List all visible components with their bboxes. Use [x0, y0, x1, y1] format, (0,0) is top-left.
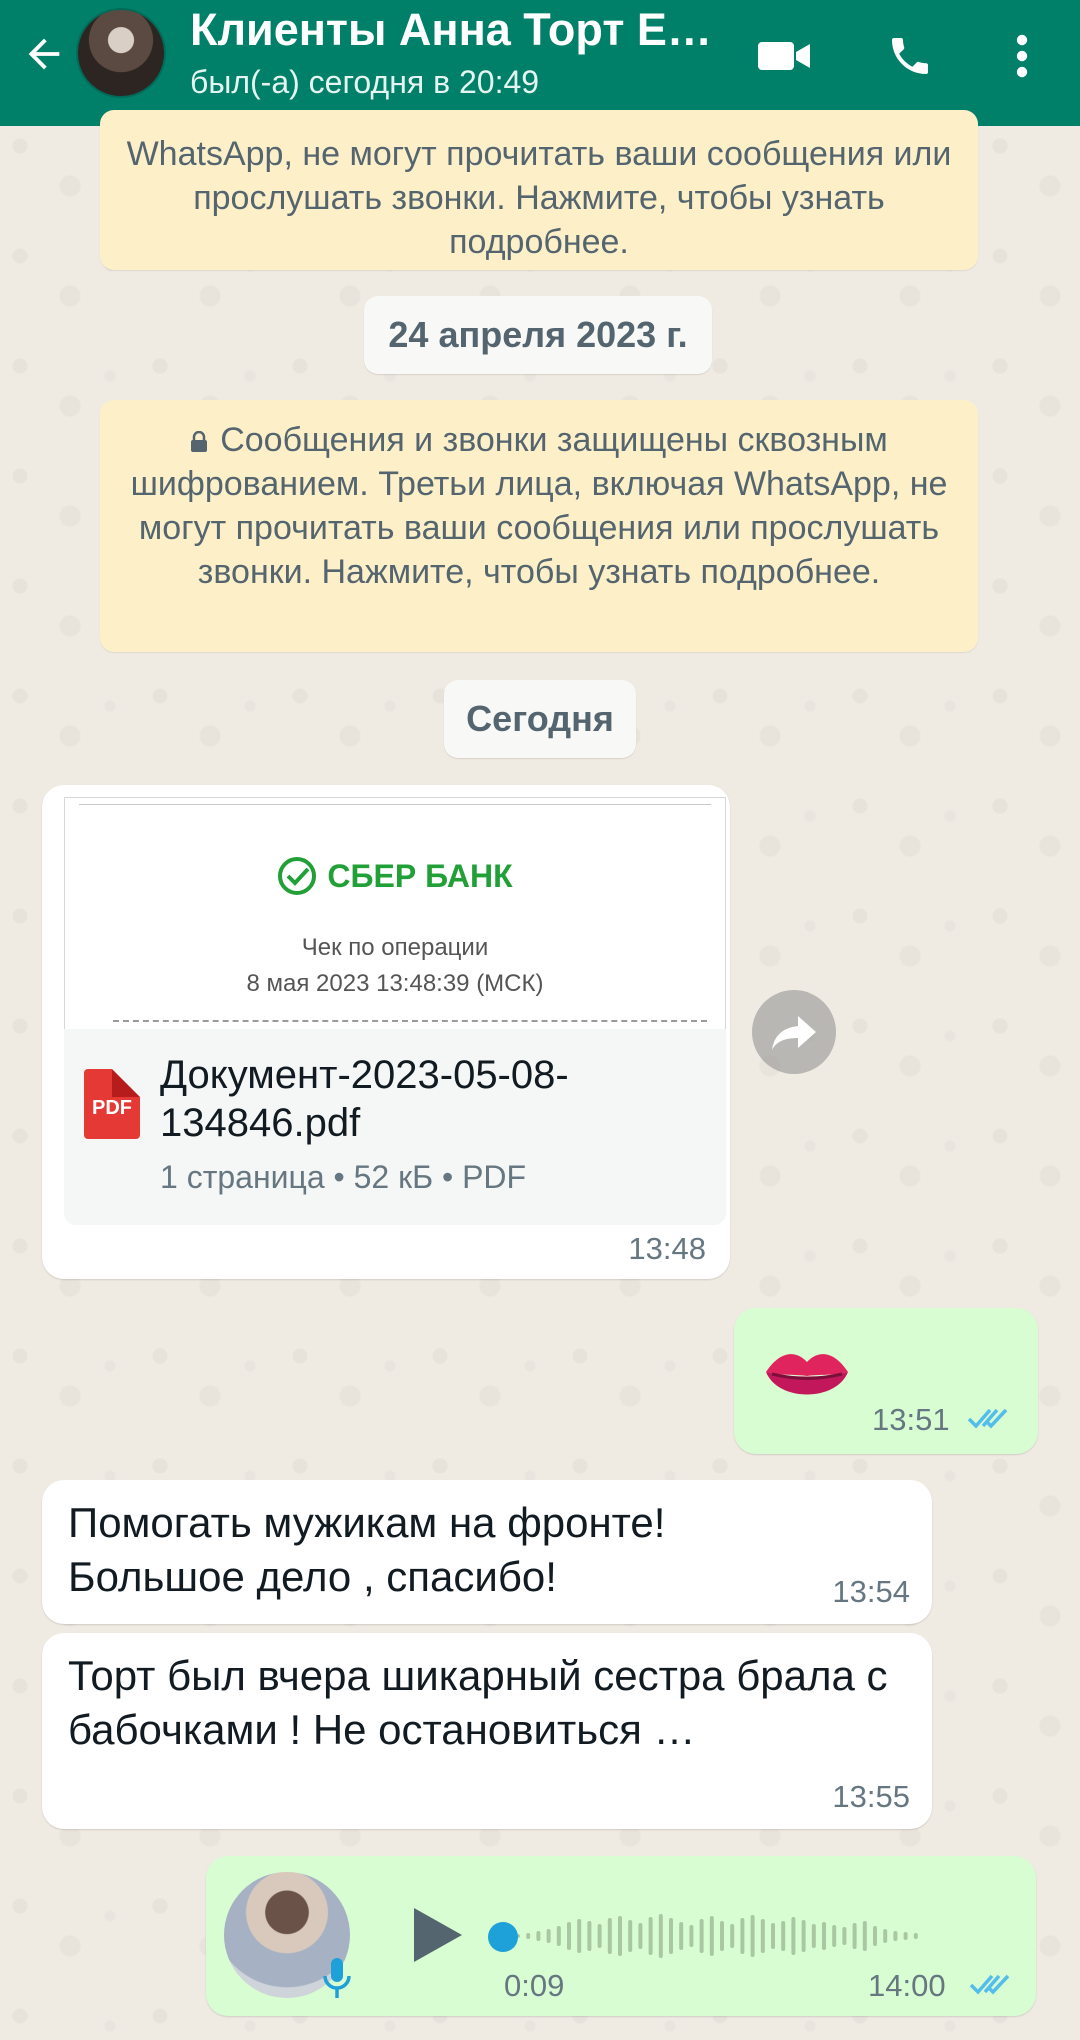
waveform-bar — [709, 1916, 714, 1956]
read-ticks-icon — [968, 1970, 1014, 2003]
message-text: Помогать мужикам на фронте! Большое дело… — [68, 1499, 666, 1600]
sticker-message[interactable]: 13:51 — [734, 1308, 1038, 1454]
document-message[interactable]: СБЕР БАНК Чек по операции 8 мая 2023 13:… — [42, 785, 730, 1279]
forward-icon[interactable] — [752, 990, 836, 1074]
date-separator: Сегодня — [444, 680, 636, 758]
waveform-bar — [648, 1917, 653, 1955]
contact-avatar[interactable] — [76, 8, 166, 98]
waveform-bar — [720, 1921, 724, 1951]
microphone-icon — [322, 1956, 352, 2007]
waveform-bar — [862, 1921, 867, 1951]
waveform-bar — [526, 1933, 531, 1939]
receipt-title: Чек по операции — [301, 934, 489, 961]
contact-name[interactable]: Клиенты Анна Торт Ед... — [190, 4, 730, 56]
pdf-file-icon: PDF — [84, 1069, 140, 1139]
back-arrow-icon[interactable] — [18, 28, 70, 80]
waveform-bar — [679, 1922, 684, 1950]
waveform-bar — [618, 1916, 622, 1956]
message-time: 14:00 — [868, 1968, 946, 2003]
waveform-bar — [740, 1918, 745, 1954]
document-filename: Документ-2023-05-08-134846.pdf — [160, 1053, 569, 1145]
last-seen-status[interactable]: был(-а) сегодня в 20:49 — [190, 64, 539, 101]
message-text: Торт был вчера шикарный сестра брала с б… — [68, 1652, 888, 1753]
waveform-bar — [781, 1921, 786, 1951]
waveform-bar — [760, 1919, 765, 1953]
voice-duration: 0:09 — [504, 1968, 565, 2003]
waveform-bar — [883, 1929, 888, 1943]
message-time: 13:54 — [832, 1574, 910, 1609]
waveform-bar — [852, 1923, 857, 1949]
document-meta: 1 страница • 52 кБ • PDF — [160, 1159, 527, 1195]
lock-icon — [190, 420, 208, 452]
voice-call-icon[interactable] — [880, 26, 940, 86]
waveform-bar — [832, 1925, 837, 1947]
waveform-bar — [597, 1924, 602, 1948]
waveform-bar — [577, 1919, 582, 1953]
audio-scrubber-handle[interactable] — [488, 1922, 518, 1952]
text-message[interactable]: Помогать мужикам на фронте! Большое дело… — [42, 1480, 932, 1624]
waveform-bar — [658, 1914, 663, 1958]
waveform-bar — [567, 1922, 571, 1950]
waveform-bar — [669, 1918, 673, 1954]
waveform-bar — [607, 1918, 612, 1954]
waveform-bar — [913, 1933, 918, 1939]
document-file-row[interactable]: PDF Документ-2023-05-08-134846.pdf 1 стр… — [64, 1029, 726, 1225]
audio-waveform[interactable] — [496, 1906, 926, 1971]
notice-text: Сообщения и звонки защищены сквозным шиф… — [130, 421, 948, 591]
play-icon[interactable] — [402, 1900, 472, 1970]
date-separator: 24 апреля 2023 г. — [364, 296, 712, 374]
sber-logo: СБЕР БАНК — [65, 856, 725, 896]
document-preview[interactable]: СБЕР БАНК Чек по операции 8 мая 2023 13:… — [64, 797, 726, 1029]
waveform-bar — [791, 1917, 796, 1955]
waveform-bar — [556, 1926, 561, 1946]
receipt-date: 8 мая 2023 13:48:39 (МСК) — [246, 970, 544, 997]
message-time: 13:55 — [832, 1779, 910, 1814]
waveform-bar — [801, 1920, 806, 1952]
notice-text: WhatsApp, не могут прочитать ваши сообще… — [126, 135, 952, 261]
waveform-bar — [587, 1921, 592, 1951]
text-message[interactable]: Торт был вчера шикарный сестра брала с б… — [42, 1633, 932, 1829]
video-call-icon[interactable] — [754, 26, 814, 86]
waveform-bar — [893, 1931, 898, 1941]
message-time: 13:51 — [872, 1402, 950, 1437]
waveform-bar — [822, 1922, 826, 1950]
waveform-bar — [771, 1923, 775, 1949]
encryption-notice[interactable]: Сообщения и звонки защищены сквозным шиф… — [100, 400, 978, 652]
message-time: 13:48 — [628, 1231, 706, 1266]
waveform-bar — [730, 1924, 735, 1948]
waveform-bar — [536, 1931, 541, 1941]
chat-header: Клиенты Анна Торт Ед... был(-а) сегодня … — [0, 0, 1080, 126]
waveform-bar — [750, 1915, 755, 1957]
more-options-icon[interactable] — [992, 26, 1052, 86]
waveform-bar — [638, 1923, 643, 1949]
waveform-bar — [842, 1927, 847, 1945]
waveform-bar — [699, 1919, 704, 1953]
lips-kiss-icon — [762, 1342, 852, 1417]
waveform-bar — [903, 1932, 908, 1940]
encryption-notice-partial[interactable]: WhatsApp, не могут прочитать ваши сообще… — [100, 110, 978, 270]
waveform-bar — [873, 1926, 877, 1946]
waveform-bar — [546, 1929, 551, 1943]
waveform-bar — [628, 1920, 633, 1952]
voice-message[interactable]: 0:09 14:00 — [206, 1856, 1036, 2016]
waveform-bar — [811, 1924, 816, 1948]
waveform-bar — [689, 1925, 694, 1947]
bank-name: СБЕР БАНК — [327, 857, 513, 894]
read-ticks-icon — [966, 1404, 1012, 1437]
